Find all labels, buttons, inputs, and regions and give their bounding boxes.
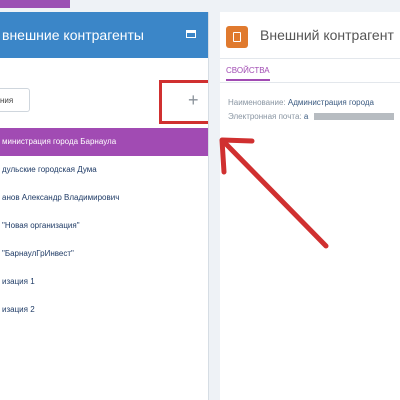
document-icon bbox=[226, 26, 248, 48]
name-value: Администрация города bbox=[287, 98, 374, 107]
list-item[interactable]: "Новая организация" bbox=[0, 212, 208, 240]
redacted-email-bar bbox=[313, 113, 394, 121]
counterparty-list: министрация города Барнаула дульские гор… bbox=[0, 128, 208, 324]
maximize-icon[interactable] bbox=[186, 30, 196, 38]
email-value: а bbox=[303, 112, 309, 121]
panel-divider[interactable] bbox=[208, 12, 220, 400]
search-input[interactable]: ния bbox=[0, 88, 30, 112]
name-row: Наименование: Администрация города bbox=[228, 98, 374, 107]
left-panel: внешние контрагенты ния + министрация го… bbox=[0, 12, 211, 400]
list-item[interactable]: дульские городская Дума bbox=[0, 156, 208, 184]
list-item[interactable]: изация 2 bbox=[0, 296, 208, 324]
email-row: Электронная почта: а bbox=[228, 112, 394, 121]
left-panel-header: внешние контрагенты bbox=[0, 12, 208, 58]
list-item[interactable]: "БарнаулГрИнвест" bbox=[0, 240, 208, 268]
right-panel-header: Внешний контрагент bbox=[220, 12, 400, 59]
tab-properties[interactable]: СВОЙСТВА bbox=[226, 66, 270, 81]
tab-divider bbox=[220, 82, 400, 83]
email-label: Электронная почта: bbox=[228, 112, 302, 121]
list-item[interactable]: министрация города Барнаула bbox=[0, 128, 208, 156]
list-item[interactable]: анов Александр Владимирович bbox=[0, 184, 208, 212]
right-panel-title: Внешний контрагент bbox=[260, 27, 394, 43]
plus-icon: + bbox=[188, 90, 199, 110]
right-panel: Внешний контрагент СВОЙСТВА Наименование… bbox=[220, 12, 400, 400]
left-panel-title: внешние контрагенты bbox=[2, 27, 144, 43]
top-accent-bar bbox=[0, 0, 70, 8]
add-counterparty-button[interactable]: + bbox=[159, 80, 211, 124]
list-item[interactable]: изация 1 bbox=[0, 268, 208, 296]
left-toolbar: ния + bbox=[0, 58, 211, 129]
name-label: Наименование: bbox=[228, 98, 286, 107]
